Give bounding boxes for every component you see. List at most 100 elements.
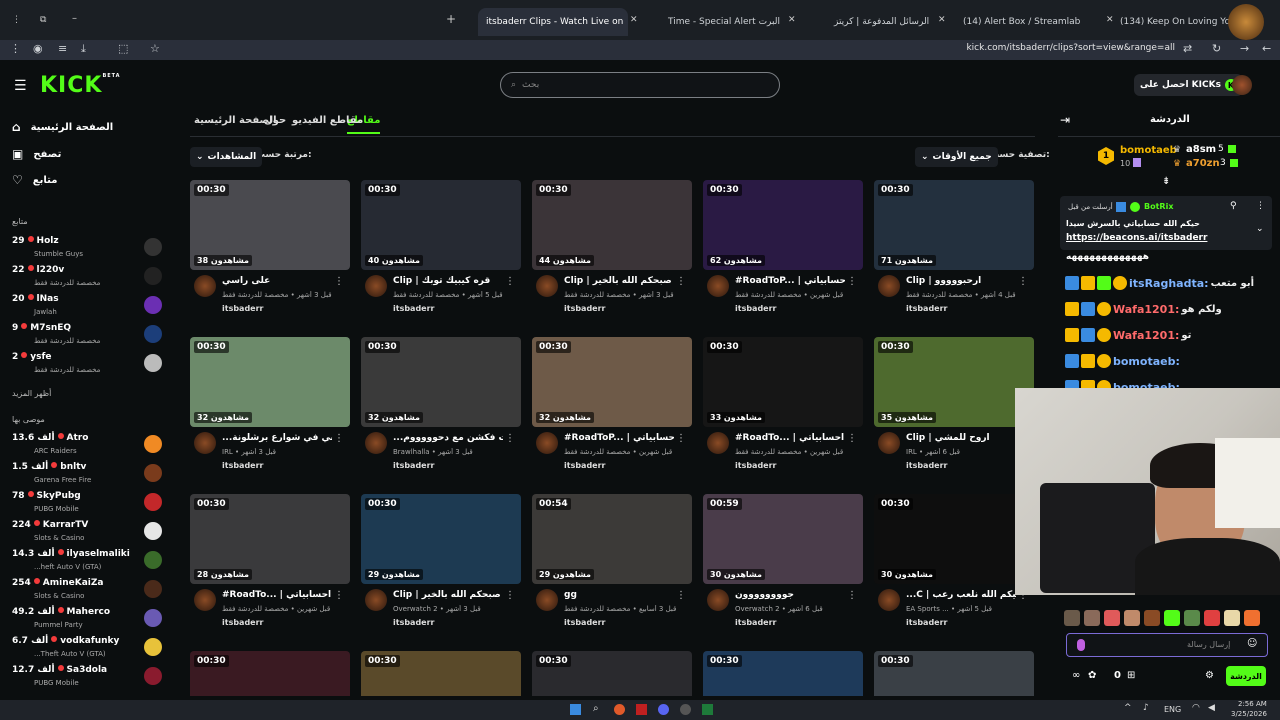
get-kicks-button[interactable]: احصل على KICKs K xyxy=(1134,74,1243,96)
clip-thumbnail[interactable]: 00:30 مشاهدون 32 xyxy=(190,337,350,427)
language-indicator[interactable]: ENG xyxy=(1164,705,1181,714)
following-channel[interactable]: 29 Holz Stumble Guys xyxy=(12,236,162,264)
chat-username[interactable]: bomotaeb: xyxy=(1113,355,1180,368)
more-options-icon[interactable]: ⋮ xyxy=(676,433,686,444)
playlist-icon[interactable]: ≡ xyxy=(58,42,67,55)
mic-icon[interactable] xyxy=(1077,639,1085,651)
forward-icon[interactable]: → xyxy=(1240,42,1249,55)
emote-picker-icon[interactable]: ✿ xyxy=(1088,670,1096,681)
recommended-channel[interactable]: 49.2 ألف Maherco Pummel Party xyxy=(12,607,162,635)
emote-icon[interactable] xyxy=(1104,610,1120,626)
clip-title[interactable]: جوووووووون xyxy=(735,590,845,600)
channel-avatar[interactable] xyxy=(878,432,900,454)
tab-youtube[interactable]: (134) Keep On Loving You - Cig xyxy=(1112,8,1232,36)
tray-chevron-icon[interactable]: ^ xyxy=(1124,703,1132,713)
collapse-chat-icon[interactable]: ⇥ xyxy=(1060,113,1070,127)
bookmark-star-icon[interactable]: ☆ xyxy=(150,42,160,55)
clip-channel[interactable]: itsbaderr xyxy=(735,304,777,313)
show-more-link[interactable]: أظهر المزيد xyxy=(12,389,51,398)
emote-icon[interactable] xyxy=(1184,610,1200,626)
clip-channel[interactable]: itsbaderr xyxy=(222,304,264,313)
clip-channel[interactable]: itsbaderr xyxy=(906,618,948,627)
more-options-icon[interactable]: ⋮ xyxy=(676,276,686,287)
clip-card[interactable]: 00:30 xyxy=(532,651,692,696)
following-channel[interactable]: 22 l220v مخصصة للدردشة فقط xyxy=(12,265,162,293)
app-icon[interactable] xyxy=(702,704,713,715)
clip-title[interactable]: ...مشي في شوارع برشلونة xyxy=(222,433,332,443)
clip-thumbnail[interactable]: 00:30 مشاهدون 62 xyxy=(703,180,863,270)
site-settings-icon[interactable]: ⇄ xyxy=(1183,42,1192,55)
expand-chevron-icon[interactable]: ⌄ xyxy=(1256,224,1264,234)
clip-title[interactable]: #RoadTo... | احسابياتي xyxy=(735,433,845,443)
emote-icon[interactable] xyxy=(1144,610,1160,626)
clip-thumbnail[interactable]: 00:30 xyxy=(532,651,692,696)
clip-card[interactable]: 00:59 مشاهدون 30 جوووووووون Overwatch 2 … xyxy=(703,494,863,644)
time-filter-dropdown[interactable]: ⌄ جميع الأوقات xyxy=(915,147,998,167)
clip-channel[interactable]: itsbaderr xyxy=(393,304,435,313)
obs-icon[interactable] xyxy=(680,704,691,715)
infinity-icon[interactable]: ∞ xyxy=(1072,670,1080,681)
more-options-icon[interactable]: ⋮ xyxy=(847,590,857,601)
more-options-icon[interactable]: ⋮ xyxy=(847,433,857,444)
more-icon[interactable]: ⋮ xyxy=(1256,201,1265,211)
clip-card[interactable]: 00:30 مشاهدون 44 Clip | صبحكم الله بالخي… xyxy=(532,180,692,330)
pinned-link[interactable]: https://beacons.ai/itsbaderr xyxy=(1066,233,1207,243)
windows-start-icon[interactable] xyxy=(570,704,581,715)
clip-channel[interactable]: itsbaderr xyxy=(906,304,948,313)
tab-kick-clips[interactable]: itsbaderr Clips - Watch Live on K xyxy=(478,8,628,36)
clip-title[interactable]: #RoadTo... | احسابياتي xyxy=(222,590,332,600)
clip-card[interactable]: 00:54 مشاهدون 29 gg قبل 3 أسابيع • مخصصة… xyxy=(532,494,692,644)
clip-thumbnail[interactable]: 00:30 xyxy=(190,651,350,696)
more-icon[interactable]: ⋮ xyxy=(10,42,21,55)
close-tab-icon[interactable]: ✕ xyxy=(938,15,946,25)
clip-channel[interactable]: itsbaderr xyxy=(735,461,777,470)
chat-username[interactable]: Wafa1201: xyxy=(1113,329,1179,342)
user-avatar[interactable] xyxy=(1232,75,1252,95)
search-input[interactable]: ⌕ بحث xyxy=(500,72,780,98)
clip-thumbnail[interactable]: 00:59 مشاهدون 30 xyxy=(703,494,863,584)
url-field[interactable]: kick.com/itsbaderr/clips?sort=view&range… xyxy=(966,43,1175,53)
clip-card[interactable]: 00:30 مشاهدون 32 ...مشي في شوارع برشلونة… xyxy=(190,337,350,487)
clip-channel[interactable]: itsbaderr xyxy=(735,618,777,627)
clip-card[interactable]: 00:30 مشاهدون 62 #RoadToP... | احسابياتي… xyxy=(703,180,863,330)
clock-date[interactable]: 3/25/2026 xyxy=(1231,710,1267,718)
channel-avatar[interactable] xyxy=(707,275,729,297)
wifi-icon[interactable]: ◠ xyxy=(1192,703,1200,713)
clip-channel[interactable]: itsbaderr xyxy=(222,618,264,627)
mic-tray-icon[interactable]: ♪ xyxy=(1143,703,1149,713)
minimize-icon[interactable]: – xyxy=(72,13,77,24)
emoji-icon[interactable]: ☺ xyxy=(1247,638,1257,649)
discord-icon[interactable] xyxy=(658,704,669,715)
chat-username[interactable]: itsRaghadta: xyxy=(1129,277,1209,290)
recommended-channel[interactable]: 13.6 ألف Atro ARC Raiders xyxy=(12,433,162,461)
clip-thumbnail[interactable]: 00:30 مشاهدون 32 xyxy=(361,337,521,427)
more-options-icon[interactable]: ⋮ xyxy=(505,590,515,601)
clip-thumbnail[interactable]: 00:30 مشاهدون 71 xyxy=(874,180,1034,270)
channel-avatar[interactable] xyxy=(194,275,216,297)
back-icon[interactable]: ← xyxy=(1262,42,1271,55)
channel-avatar[interactable] xyxy=(536,275,558,297)
clip-title[interactable]: على راسي xyxy=(222,276,332,286)
clip-thumbnail[interactable]: 00:30 مشاهدون 30 xyxy=(874,494,1034,584)
clip-title[interactable]: #RoadToP... | احسابياتي xyxy=(735,276,845,286)
clip-title[interactable]: ...سبلت فكشن مع دحوووووم xyxy=(393,433,503,443)
clip-thumbnail[interactable]: 00:54 مشاهدون 29 xyxy=(532,494,692,584)
puzzle-icon[interactable]: ⬚ xyxy=(118,42,128,55)
following-channel[interactable]: 2 ysfe مخصصة للدردشة فقط xyxy=(12,352,162,380)
sort-dropdown[interactable]: ⌄ المشاهدات xyxy=(190,147,263,167)
clip-title[interactable]: Clip | قره كيبيك توبك xyxy=(393,276,503,286)
clip-channel[interactable]: itsbaderr xyxy=(906,461,948,470)
clip-title[interactable]: Clip | صبحكم الله بالخير xyxy=(393,590,503,600)
reload-icon[interactable]: ↻ xyxy=(1212,42,1221,55)
channel-avatar[interactable] xyxy=(878,275,900,297)
chrome-icon[interactable] xyxy=(614,704,625,715)
emote-icon[interactable] xyxy=(1064,610,1080,626)
gift-box-icon[interactable]: ⊞ xyxy=(1127,670,1135,681)
tab-streamlabs[interactable]: (14) Alert Box / Streamlabs xyxy=(955,8,1080,36)
emote-icon[interactable] xyxy=(1204,610,1220,626)
clip-channel[interactable]: itsbaderr xyxy=(393,461,435,470)
sidebar-nav-browse[interactable]: ▣ تصفح xyxy=(12,147,61,161)
channel-avatar[interactable] xyxy=(878,589,900,611)
clip-thumbnail[interactable]: 00:30 xyxy=(703,651,863,696)
close-tab-icon[interactable]: ✕ xyxy=(788,15,796,25)
